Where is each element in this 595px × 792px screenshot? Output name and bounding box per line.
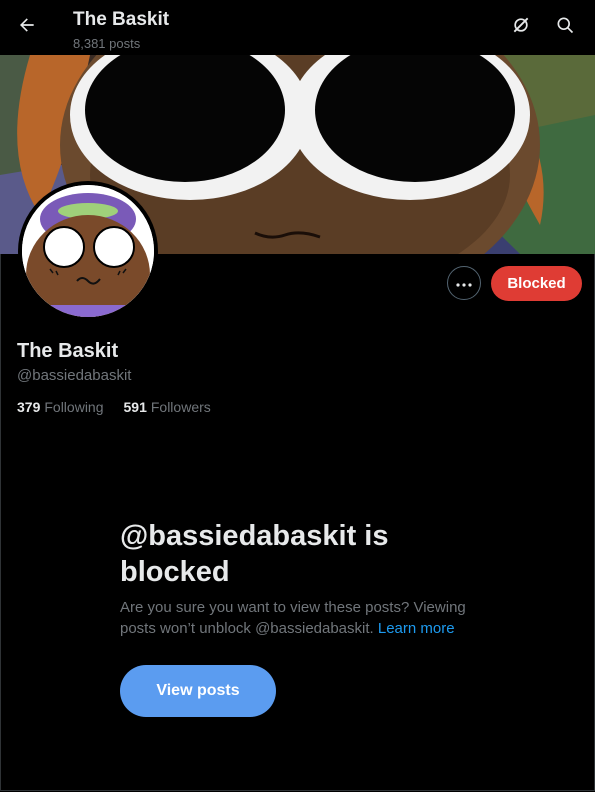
posts-count: 8,381 posts (73, 36, 141, 51)
back-button[interactable] (12, 12, 42, 42)
followers-link[interactable]: 591 Followers (124, 399, 211, 415)
blocked-button[interactable]: Blocked (491, 266, 582, 301)
following-label: Following (44, 399, 104, 415)
blocked-notice-title: @bassiedabaskit is blocked (120, 520, 389, 588)
avatar-image (22, 185, 154, 317)
search-icon (555, 15, 575, 40)
arrow-left-icon (17, 15, 37, 40)
more-horizontal-icon (456, 274, 472, 292)
profile-header: The Baskit 8,381 posts (0, 0, 595, 55)
profile-name: The Baskit (17, 340, 119, 362)
blocked-notice-body: Are you sure you want to view these post… (120, 597, 480, 639)
header-title: The Baskit (73, 9, 170, 30)
avatar[interactable] (18, 181, 158, 321)
following-count: 379 (17, 399, 41, 415)
view-posts-button[interactable]: View posts (120, 665, 276, 717)
more-options-button[interactable] (447, 266, 481, 300)
search-button[interactable] (551, 13, 579, 41)
grok-button[interactable] (507, 13, 535, 41)
followers-count: 591 (123, 399, 147, 415)
followers-label: Followers (150, 399, 211, 415)
grok-slash-icon (511, 15, 531, 40)
learn-more-link[interactable]: Learn more (378, 620, 455, 637)
following-link[interactable]: 379 Following (17, 399, 104, 415)
follow-stats: 379 Following 591 Followers (17, 399, 211, 415)
profile-handle: @bassiedabaskit (17, 367, 132, 384)
